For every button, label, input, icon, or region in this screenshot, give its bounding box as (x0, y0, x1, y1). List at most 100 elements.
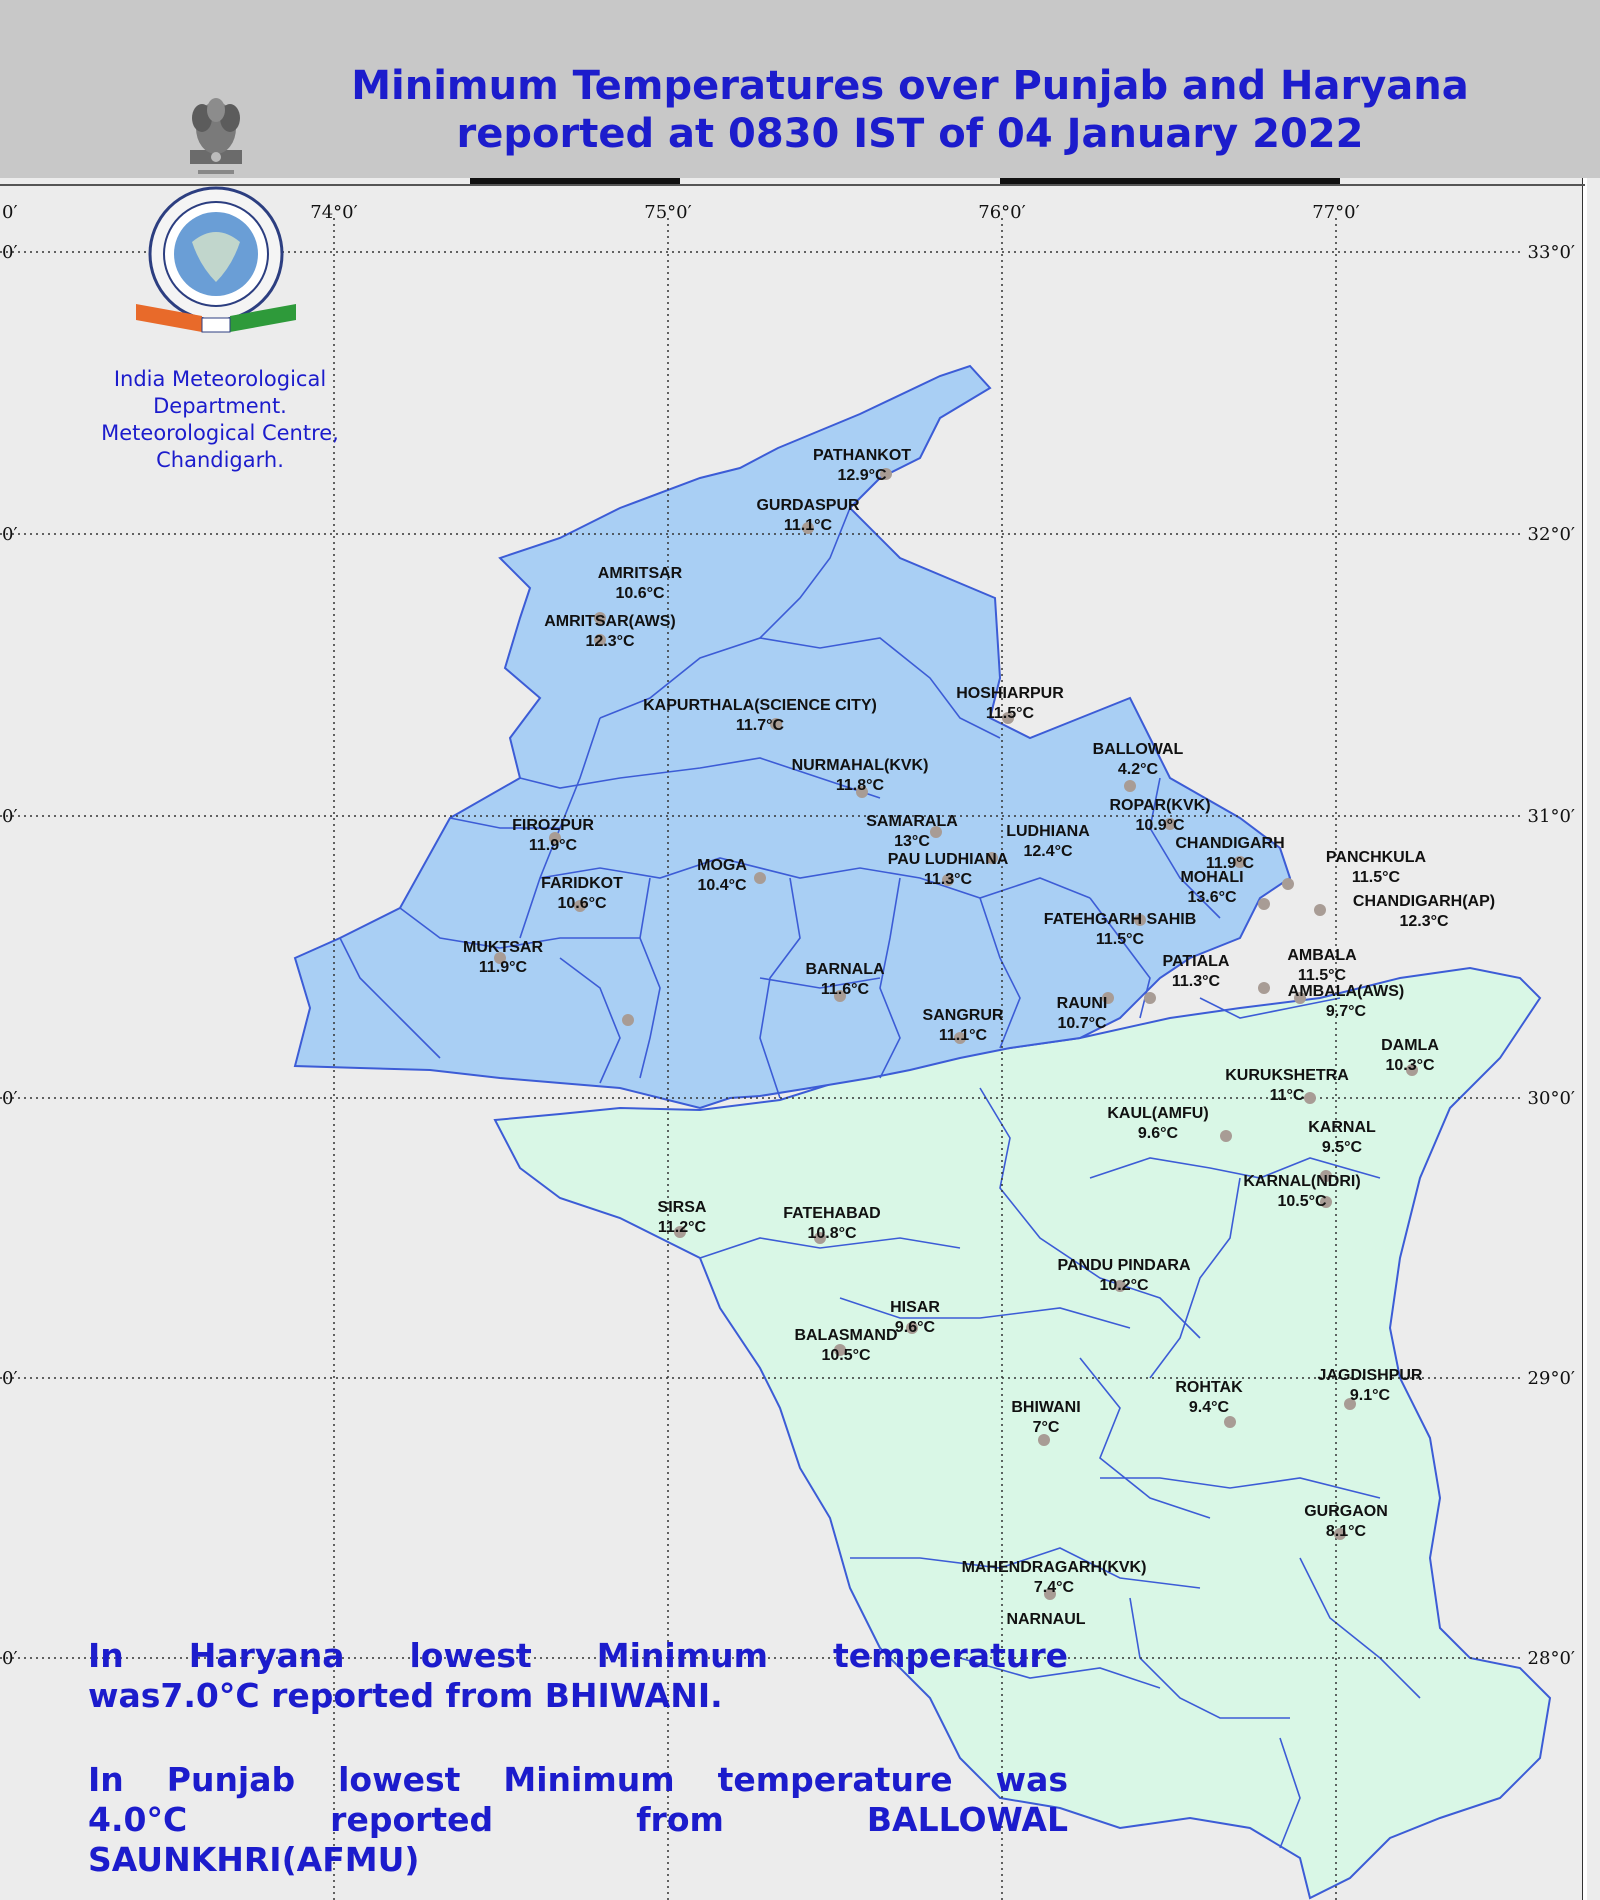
left-edge-labels: 0′ 0′ 0′ 0′ 0′ 0′ 0′ (2, 202, 18, 1669)
left-edge-label: 0′ (2, 202, 18, 223)
station-temperature: 10.2°C (1099, 1277, 1149, 1294)
frame-bar (470, 178, 680, 184)
longitude-label: 76°0′ (978, 202, 1025, 223)
left-edge-label: 0′ (2, 806, 18, 827)
punjab-note-line-1: In Punjab lowest Minimum temperature was (88, 1760, 1068, 1799)
station-name: PATHANKOT (813, 447, 911, 464)
station-name: ROPAR(KVK) (1109, 797, 1210, 814)
station-temperature: 11.5°C (1096, 931, 1145, 948)
haryana-note-line-2: was7.0°C reported from BHIWANI. (88, 1676, 723, 1715)
station-name: KAUL(AMFU) (1107, 1105, 1208, 1122)
latitude-label: 30°0′ (1528, 1088, 1575, 1109)
station-temperature: 9.1°C (1350, 1387, 1391, 1404)
frame-bar (1000, 178, 1340, 184)
imd-logo-icon (136, 186, 296, 333)
station-dot (1258, 898, 1270, 910)
station-name: PATIALA (1163, 953, 1230, 970)
station-temperature: 10.4°C (697, 877, 747, 894)
station-name: FATEHABAD (783, 1205, 880, 1222)
station-temperature: 11.5°C (1352, 869, 1401, 886)
station-name: MAHENDRAGARH(KVK) (962, 1559, 1147, 1576)
station-temperature: 10.6°C (615, 585, 665, 602)
station-name: AMRITSAR(AWS) (544, 613, 676, 630)
station-temperature: 12.4°C (1023, 843, 1073, 860)
national-emblem-icon (190, 98, 242, 174)
station-temperature: 10.3°C (1385, 1057, 1435, 1074)
station-temperature: 11.1°C (784, 517, 833, 534)
station-name: PANDU PINDARA (1057, 1257, 1190, 1274)
latitude-label: 31°0′ (1528, 806, 1575, 827)
station-name: SANGRUR (923, 1007, 1004, 1024)
latitude-label: 28°0′ (1528, 1648, 1575, 1669)
station-temperature: 11°C (1270, 1087, 1305, 1104)
station-name: DAMLA (1381, 1037, 1439, 1054)
station-name: BALLOWAL (1093, 741, 1184, 758)
organization-name: India Meteorological Department. Meteoro… (80, 366, 360, 474)
station-name: HOSHIARPUR (956, 685, 1064, 702)
station-name: FATEHGARH SAHIB (1044, 911, 1197, 928)
station-temperature: 7.4°C (1034, 1579, 1075, 1596)
title-line-1: Minimum Temperatures over Punjab and Har… (351, 63, 1469, 109)
station-temperature: 12.9°C (837, 467, 887, 484)
station-temperature: 10.5°C (821, 1347, 871, 1364)
haryana-region (493, 966, 1552, 1900)
station-dot (1124, 780, 1136, 792)
longitude-label: 74°0′ (310, 202, 357, 223)
punjab-region (293, 364, 1292, 1110)
title-line-2: reported at 0830 IST of 04 January 2022 (456, 111, 1364, 157)
station-temperature: 11.7°C (736, 717, 785, 734)
station-name: MUKTSAR (463, 939, 543, 956)
station-temperature: 7°C (1033, 1419, 1060, 1436)
station-name: BARNALA (805, 961, 885, 978)
station-dot (1304, 1092, 1316, 1104)
station-dot (622, 1014, 634, 1026)
station-temperature: 11.3°C (1172, 973, 1221, 990)
punjab-note: In Punjab lowest Minimum temperature was… (88, 1760, 1068, 1880)
station-dot (1282, 878, 1294, 890)
station-name: AMBALA(AWS) (1288, 983, 1404, 1000)
station-dot (1314, 904, 1326, 916)
station-name: NARNAUL (1006, 1611, 1085, 1628)
station-temperature: 9.6°C (1138, 1125, 1179, 1142)
org-line-3: Meteorological Centre, (101, 421, 339, 445)
station-name: FIROZPUR (512, 817, 594, 834)
station-name: FARIDKOT (541, 875, 623, 892)
longitude-labels: 74°0′ 75°0′ 76°0′ 77°0′ (310, 202, 1359, 223)
station-temperature: 11.6°C (821, 981, 870, 998)
left-edge-label: 0′ (2, 1648, 18, 1669)
station-name: PANCHKULA (1326, 849, 1427, 866)
org-line-4: Chandigarh. (156, 448, 284, 472)
latitude-label: 32°0′ (1528, 524, 1575, 545)
station-name: MOHALI (1180, 869, 1243, 886)
station-dot (1220, 1130, 1232, 1142)
station-name: GURDASPUR (756, 497, 860, 514)
station-temperature: 9.5°C (1322, 1139, 1363, 1156)
station-name: GURGAON (1304, 1503, 1388, 1520)
station-temperature: 9.6°C (895, 1319, 936, 1336)
station-temperature: 10.7°C (1057, 1015, 1107, 1032)
station-name: KARNAL (1308, 1119, 1376, 1136)
station-temperature: 11.9°C (479, 959, 528, 976)
org-line-2: Department. (153, 394, 287, 418)
station-name: NURMAHAL(KVK) (792, 757, 929, 774)
left-edge-label: 0′ (2, 242, 18, 263)
punjab-note-line-3: SAUNKHRI(AFMU) (88, 1840, 420, 1879)
station-temperature: 4.2°C (1118, 761, 1159, 778)
station-temperature: 13°C (894, 833, 930, 850)
longitude-label: 77°0′ (1312, 202, 1359, 223)
station-name: KARNAL(NDRI) (1243, 1173, 1360, 1190)
station-temperature: 11.5°C (986, 705, 1035, 722)
station-temperature: 11.9°C (529, 837, 578, 854)
station-temperature: 11.8°C (836, 777, 885, 794)
org-line-1: India Meteorological (113, 367, 327, 391)
left-edge-label: 0′ (2, 1368, 18, 1389)
station-name: AMRITSAR (598, 565, 683, 582)
station-name: SAMARALA (866, 813, 958, 830)
station-temperature: 11.5°C (1298, 967, 1347, 984)
longitude-label: 75°0′ (644, 202, 691, 223)
latitude-label: 29°0′ (1528, 1368, 1575, 1389)
station-temperature: 10.8°C (807, 1225, 857, 1242)
station-temperature: 10.9°C (1135, 817, 1185, 834)
station-temperature: 9.4°C (1189, 1399, 1230, 1416)
station-name: SIRSA (658, 1199, 707, 1216)
